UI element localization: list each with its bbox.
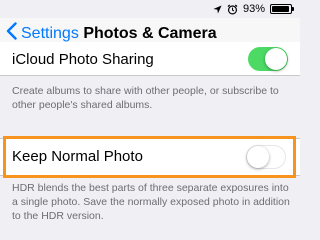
keep-normal-photo-toggle[interactable]: [246, 145, 286, 169]
keep-normal-photo-row[interactable]: Keep Normal Photo: [0, 138, 300, 176]
icloud-photo-sharing-toggle[interactable]: [248, 47, 288, 71]
keep-normal-photo-footer: HDR blends the best parts of three separ…: [12, 182, 290, 222]
toggle-knob: [265, 48, 287, 70]
battery-icon: [270, 4, 294, 14]
status-bar-right: 93%: [213, 3, 294, 15]
battery-level: [272, 6, 289, 12]
icloud-photo-sharing-row[interactable]: iCloud Photo Sharing: [0, 42, 300, 76]
page-title: Photos & Camera: [83, 25, 217, 42]
navigation-bar-overlay: Settings Photos & Camera: [0, 18, 300, 42]
location-icon: [213, 4, 222, 14]
icloud-photo-sharing-label: iCloud Photo Sharing: [12, 51, 154, 68]
alarm-icon: [227, 3, 238, 15]
toggle-knob: [247, 146, 269, 168]
icloud-photo-sharing-footer: Create albums to share with other people…: [12, 85, 279, 111]
keep-normal-photo-label: Keep Normal Photo: [12, 148, 143, 165]
battery-percent: 93%: [242, 3, 265, 15]
settings-screen: 93% Settings Photos & Camera iCloud Phot…: [0, 0, 300, 240]
